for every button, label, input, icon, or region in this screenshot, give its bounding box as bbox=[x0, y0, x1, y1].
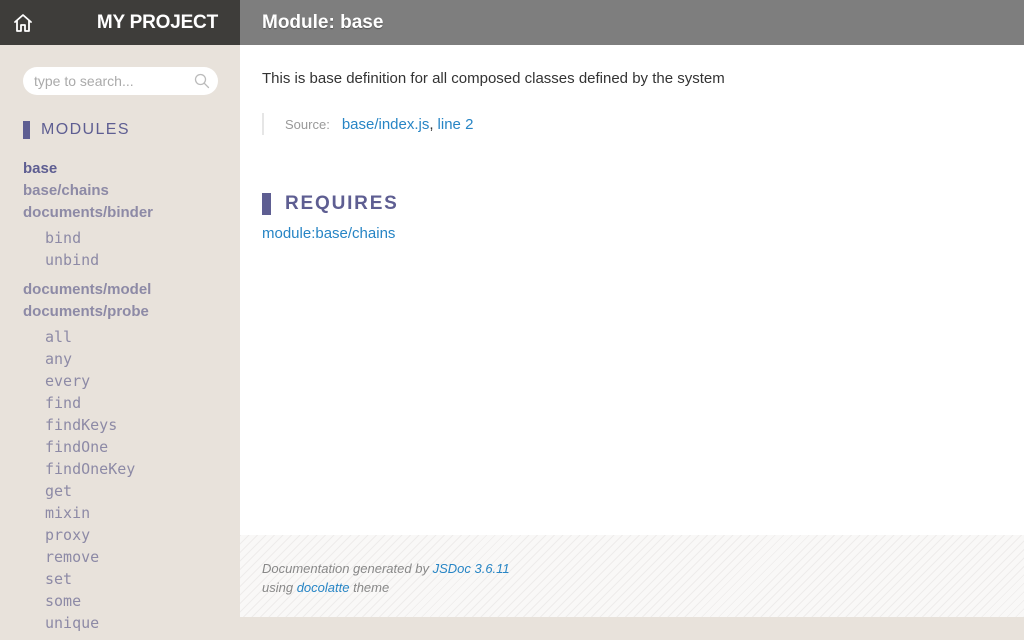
home-button[interactable] bbox=[0, 0, 45, 45]
footer-line-theme: using docolatte theme bbox=[262, 578, 1002, 597]
requires-heading-label: REQUIRES bbox=[285, 193, 399, 214]
nav-module-documents-model[interactable]: documents/model bbox=[23, 279, 240, 301]
nav-module-base-chains[interactable]: base/chains bbox=[23, 180, 240, 202]
jsdoc-link[interactable]: JSDoc 3.6.11 bbox=[433, 561, 510, 576]
docolatte-link[interactable]: docolatte bbox=[297, 580, 350, 595]
nav-member-unbind[interactable]: unbind bbox=[45, 249, 240, 271]
nav-member-any[interactable]: any bbox=[45, 348, 240, 370]
source-file-link[interactable]: base/index.js bbox=[342, 116, 430, 133]
search-input[interactable] bbox=[23, 67, 218, 95]
binder-member-list: bind unbind bbox=[45, 227, 240, 271]
nav-member-get[interactable]: get bbox=[45, 480, 240, 502]
modules-heading-label: MODULES bbox=[41, 121, 130, 138]
heading-bar bbox=[262, 193, 271, 215]
requires-link-base-chains[interactable]: module:base/chains bbox=[262, 225, 395, 242]
page-header: Module: base bbox=[240, 0, 1024, 45]
project-title-link[interactable]: MY PROJECT bbox=[97, 0, 218, 45]
footer-theme-text: theme bbox=[353, 580, 390, 595]
modules-heading: MODULES bbox=[23, 121, 240, 139]
nav-member-set[interactable]: set bbox=[45, 568, 240, 590]
search-icon bbox=[194, 73, 210, 89]
nav-member-every[interactable]: every bbox=[45, 370, 240, 392]
source-line-link[interactable]: line 2 bbox=[438, 116, 474, 133]
module-list: base base/chains documents/binder bind u… bbox=[23, 158, 240, 634]
nav-member-findkeys[interactable]: findKeys bbox=[45, 414, 240, 436]
nav-member-findonekey[interactable]: findOneKey bbox=[45, 458, 240, 480]
nav-module-base[interactable]: base bbox=[23, 158, 240, 180]
nav-member-some[interactable]: some bbox=[45, 590, 240, 612]
module-content: This is base definition for all composed… bbox=[240, 45, 1024, 243]
footer: Documentation generated by JSDoc 3.6.11 … bbox=[240, 535, 1024, 617]
source-separator: , bbox=[429, 115, 434, 133]
home-icon bbox=[13, 13, 32, 32]
requires-heading: REQUIRES bbox=[262, 193, 1002, 215]
nav-module-documents-binder[interactable]: documents/binder bbox=[23, 202, 240, 224]
heading-bar bbox=[23, 121, 30, 139]
footer-line-generated: Documentation generated by JSDoc 3.6.11 bbox=[262, 559, 1002, 578]
bottom-strip bbox=[240, 617, 1024, 640]
page-title: Module: base bbox=[262, 11, 384, 33]
footer-using-text: using bbox=[262, 580, 294, 595]
nav-member-find[interactable]: find bbox=[45, 392, 240, 414]
main-panel: Module: base This is base definition for… bbox=[240, 0, 1024, 640]
nav-member-remove[interactable]: remove bbox=[45, 546, 240, 568]
nav-module-documents-probe[interactable]: documents/probe bbox=[23, 301, 240, 323]
source-label: Source: bbox=[285, 116, 330, 132]
footer-generated-text: Documentation generated by bbox=[262, 561, 429, 576]
nav-member-unique[interactable]: unique bbox=[45, 612, 240, 634]
nav-member-mixin[interactable]: mixin bbox=[45, 502, 240, 524]
nav-member-all[interactable]: all bbox=[45, 326, 240, 348]
brand-bar: MY PROJECT bbox=[0, 0, 240, 45]
nav-member-findone[interactable]: findOne bbox=[45, 436, 240, 458]
search-box bbox=[23, 67, 218, 95]
source-info: Source: base/index.js, line 2 bbox=[262, 113, 1002, 135]
sidebar: MY PROJECT MODULES base base/chains docu… bbox=[0, 0, 240, 640]
nav-member-proxy[interactable]: proxy bbox=[45, 524, 240, 546]
probe-member-list: all any every find findKeys findOne find… bbox=[45, 326, 240, 634]
nav-member-bind[interactable]: bind bbox=[45, 227, 240, 249]
module-description: This is base definition for all composed… bbox=[262, 70, 725, 87]
